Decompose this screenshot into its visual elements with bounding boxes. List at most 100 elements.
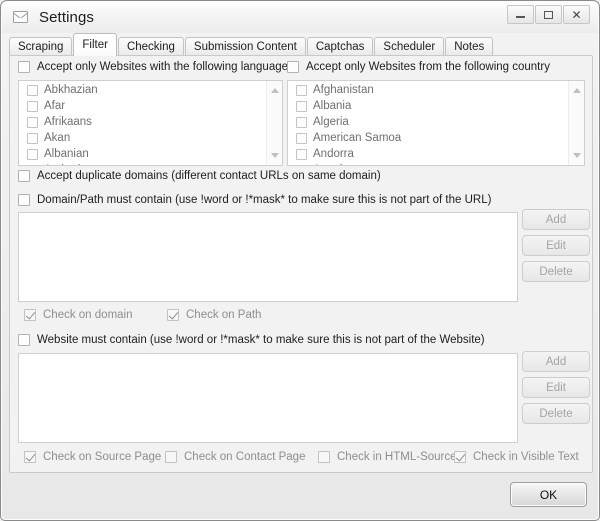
tab-label: Filter [82, 39, 108, 51]
scroll-down-icon[interactable] [267, 148, 282, 163]
country-list-scrollbar[interactable] [568, 81, 584, 165]
button-label: Add [545, 355, 567, 368]
checkbox-box [27, 84, 38, 96]
ok-button[interactable]: OK [510, 482, 587, 507]
tab-scraping[interactable]: Scraping [9, 37, 73, 56]
check-on-domain-checkbox[interactable]: Check on domain [24, 309, 133, 321]
tab-scheduler[interactable]: Scheduler [374, 37, 445, 56]
check-in-visible-text-checkbox[interactable]: Check in Visible Text [454, 451, 579, 463]
checkbox-box [318, 451, 330, 463]
checkbox-box [287, 61, 299, 73]
settings-window: Settings ✕ Scraping Filter Checking Subm… [0, 0, 600, 521]
checkbox-box [18, 170, 30, 182]
checkbox-box [27, 164, 38, 165]
language-list[interactable]: Abkhazian Afar Afrikaans Akan Albanian A… [18, 80, 283, 166]
check-on-path-checkbox[interactable]: Check on Path [167, 309, 261, 321]
website-contain-edit-button[interactable]: Edit [522, 377, 590, 398]
domain-path-add-button[interactable]: Add [522, 209, 590, 230]
list-item-label: Akan [44, 132, 71, 144]
checkbox-box [24, 309, 36, 321]
accept-country-checkbox[interactable]: Accept only Websites from the following … [287, 61, 550, 73]
accept-language-label: Accept only Websites with the following … [37, 61, 289, 73]
domain-path-delete-button[interactable]: Delete [522, 261, 590, 282]
list-item-label: Albanian [44, 148, 89, 160]
checkbox-box [296, 84, 307, 96]
checkbox-box [296, 132, 307, 144]
maximize-button[interactable] [535, 5, 562, 24]
website-must-contain-checkbox[interactable]: Website must contain (use !word or !*mas… [18, 334, 485, 346]
check-on-source-page-checkbox[interactable]: Check on Source Page [24, 451, 161, 463]
checkbox-box [296, 100, 307, 112]
tab-checking[interactable]: Checking [117, 37, 184, 56]
checkbox-box [24, 451, 36, 463]
check-on-domain-label: Check on domain [43, 309, 133, 321]
checkbox-box [27, 132, 38, 144]
list-item[interactable]: Abkhazian [21, 83, 267, 97]
list-item-label: Afrikaans [44, 116, 92, 128]
checkbox-box [27, 100, 38, 112]
list-item[interactable]: Afrikaans [21, 115, 267, 129]
language-list-scrollbar[interactable] [266, 81, 282, 165]
list-item[interactable]: Akan [21, 131, 267, 145]
button-label: Add [545, 213, 567, 226]
domain-path-list[interactable] [18, 212, 518, 302]
list-item[interactable]: Albanian [21, 147, 267, 161]
list-item[interactable]: Amharic [21, 163, 267, 165]
checkbox-box [296, 148, 307, 160]
minimize-icon [516, 16, 525, 18]
tab-label: Checking [126, 41, 175, 53]
maximize-icon [544, 10, 553, 19]
close-button[interactable]: ✕ [563, 5, 590, 24]
tab-label: Captchas [315, 41, 365, 53]
tab-filter[interactable]: Filter [73, 33, 117, 56]
checkbox-box [27, 116, 38, 128]
button-label: Delete [539, 407, 573, 420]
list-item[interactable]: Afghanistan [290, 83, 569, 97]
list-item[interactable]: Algeria [290, 115, 569, 129]
accept-country-label: Accept only Websites from the following … [306, 61, 550, 73]
check-in-visible-text-label: Check in Visible Text [473, 451, 579, 463]
list-item[interactable]: Andorra [290, 147, 569, 161]
country-list[interactable]: Afghanistan Albania Algeria American Sam… [287, 80, 585, 166]
button-label: Edit [546, 381, 566, 394]
list-item[interactable]: Afar [21, 99, 267, 113]
check-in-html-source-checkbox[interactable]: Check in HTML-Source [318, 451, 457, 463]
minimize-button[interactable] [507, 5, 534, 24]
tab-label: Scheduler [383, 41, 436, 53]
list-item-label: Afar [44, 100, 66, 112]
scroll-up-icon[interactable] [569, 83, 584, 98]
settings-window-root: Settings ✕ Scraping Filter Checking Subm… [0, 0, 600, 521]
list-item-label: Afghanistan [313, 84, 374, 96]
scroll-up-icon[interactable] [267, 83, 282, 98]
checkbox-box [165, 451, 177, 463]
list-item-label: Algeria [313, 116, 349, 128]
tab-label: Scraping [18, 41, 64, 53]
tab-notes[interactable]: Notes [445, 37, 494, 56]
list-item[interactable]: American Samoa [290, 131, 569, 145]
check-on-contact-page-checkbox[interactable]: Check on Contact Page [165, 451, 305, 463]
tab-captchas[interactable]: Captchas [306, 37, 374, 56]
list-item[interactable]: Angola [290, 163, 569, 165]
checkbox-box [18, 194, 30, 206]
website-must-contain-label: Website must contain (use !word or !*mas… [37, 334, 485, 346]
list-item[interactable]: Albania [290, 99, 569, 113]
list-item-label: Amharic [44, 164, 86, 165]
tab-submission-content[interactable]: Submission Content [184, 37, 306, 56]
checkbox-box [296, 116, 307, 128]
website-contain-delete-button[interactable]: Delete [522, 403, 590, 424]
scroll-down-icon[interactable] [569, 148, 584, 163]
accept-language-checkbox[interactable]: Accept only Websites with the following … [18, 61, 288, 73]
button-label: Edit [546, 239, 566, 252]
close-icon: ✕ [571, 7, 582, 22]
domain-path-edit-button[interactable]: Edit [522, 235, 590, 256]
website-contain-list[interactable] [18, 353, 518, 443]
domain-path-must-contain-checkbox[interactable]: Domain/Path must contain (use !word or !… [18, 194, 491, 206]
tab-label: Submission Content [193, 41, 297, 53]
window-controls: ✕ [507, 5, 590, 24]
accept-duplicate-domains-checkbox[interactable]: Accept duplicate domains (different cont… [18, 170, 381, 182]
checkbox-box [296, 164, 307, 165]
title-bar[interactable]: Settings ✕ [2, 2, 598, 33]
checkbox-box [27, 148, 38, 160]
website-contain-add-button[interactable]: Add [522, 351, 590, 372]
settings-tabs: Scraping Filter Checking Submission Cont… [9, 33, 593, 56]
